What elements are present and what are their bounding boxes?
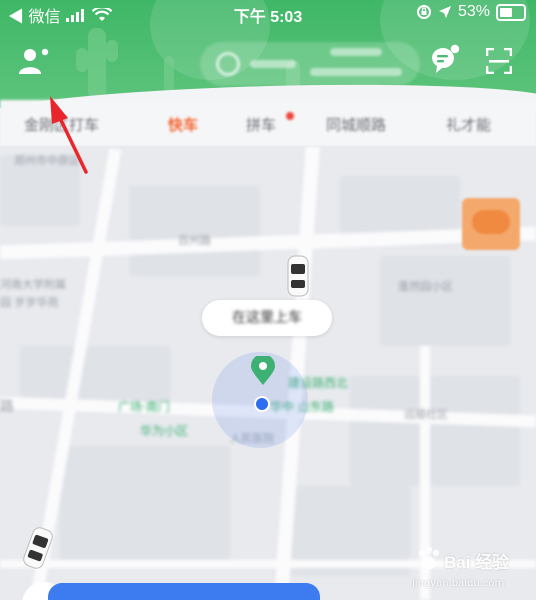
pickup-pin-icon	[251, 356, 275, 385]
tab-service-0[interactable]: 金刚区打车	[24, 114, 99, 135]
tab-service-2[interactable]: 拼车	[246, 114, 276, 135]
tab-service-1[interactable]: 快车	[168, 114, 198, 135]
map-view[interactable]: 郑州市中原区 百州路 河南大学附属 园 岁岁华苑 路 蓬然园小区 远顺社区 人民…	[0, 146, 536, 600]
current-location-dot	[254, 396, 270, 412]
baidu-jingyan-watermark: Bai 经验 jingyan.baidu.com	[410, 540, 526, 596]
car-icon	[287, 255, 309, 297]
promo-icon[interactable]	[462, 198, 520, 250]
map-label: 路	[0, 399, 14, 415]
map-block	[60, 446, 230, 566]
map-label: 郑州市中原区	[14, 154, 80, 167]
map-label: 百州路	[178, 234, 211, 247]
map-block	[130, 186, 260, 276]
call-car-button[interactable]	[48, 583, 320, 600]
scan-icon[interactable]	[486, 48, 512, 74]
service-pill[interactable]	[200, 42, 420, 86]
map-label: 远顺社区	[404, 408, 448, 421]
map-road	[0, 226, 536, 260]
promo-icon-inner	[472, 210, 510, 234]
pickup-hint-bubble[interactable]: 在这里上车	[202, 300, 332, 336]
service-tabs: 金刚区打车 快车 拼车 同城顺路 礼才能	[0, 100, 536, 146]
map-label: 园 岁岁华苑	[0, 296, 59, 309]
orientation-lock-icon	[416, 5, 431, 19]
map-block	[350, 376, 520, 486]
pill-text-placeholder	[250, 60, 296, 68]
tab-service-4[interactable]: 礼才能	[446, 114, 491, 135]
watermark-brand: Bai 经验	[444, 553, 510, 572]
paw-logo-icon	[418, 546, 440, 569]
pill-text-placeholder	[330, 48, 382, 56]
status-bar: ◀ 微信 下午 5:03 53%	[0, 0, 536, 28]
chat-bubble-icon[interactable]	[428, 44, 460, 76]
pickup-point-label: 广场·南门	[118, 400, 170, 414]
cactus-decoration	[88, 28, 106, 100]
cactus-decoration	[164, 56, 174, 94]
cactus-decoration	[106, 40, 118, 62]
pickup-point-label: 华为小区	[140, 424, 189, 438]
map-label: 河南大学附属	[0, 278, 66, 291]
new-badge	[286, 112, 294, 120]
watermark-url: jingyan.baidu.com	[412, 578, 505, 589]
pickup-hint-text: 在这里上车	[232, 310, 302, 326]
header: ◀ 微信 下午 5:03 53%	[0, 0, 536, 112]
cactus-decoration	[76, 48, 88, 72]
map-block	[20, 346, 170, 406]
user-icon[interactable]	[16, 46, 50, 76]
tab-service-3[interactable]: 同城顺路	[326, 114, 386, 135]
pill-text-placeholder	[310, 68, 402, 76]
map-label: 蓬然园小区	[398, 280, 453, 293]
pin-circle-icon	[216, 52, 240, 76]
map-block	[380, 256, 510, 346]
status-right: 53%	[416, 3, 526, 21]
battery-percent: 53%	[457, 3, 490, 20]
location-arrow-icon	[438, 6, 451, 18]
battery-icon	[496, 3, 526, 21]
